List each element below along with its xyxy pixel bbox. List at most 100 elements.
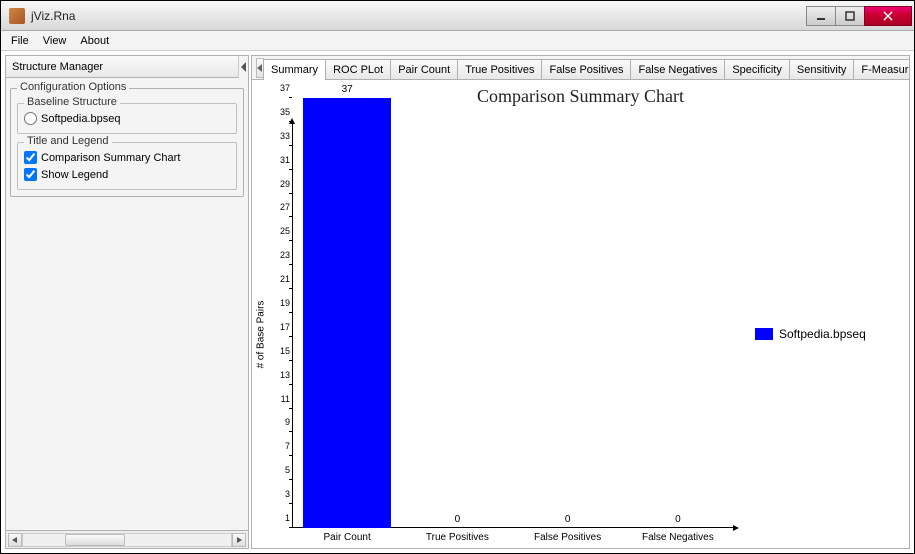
y-tick-mark — [289, 384, 292, 385]
baseline-structure-title: Baseline Structure — [24, 96, 120, 108]
y-tick: 13 — [270, 370, 290, 380]
y-tick-mark — [289, 121, 292, 122]
show-legend-checkbox[interactable] — [24, 168, 37, 181]
bars-container: 37 0 0 0 — [292, 120, 733, 528]
app-window: jViz.Rna File View About Structure Manag… — [0, 0, 915, 554]
bar-column: 37 — [292, 120, 402, 528]
y-tick-mark — [289, 479, 292, 480]
y-tick-mark — [289, 336, 292, 337]
y-tick-mark — [289, 312, 292, 313]
tab-false-negatives[interactable]: False Negatives — [630, 59, 725, 79]
y-tick-mark — [289, 360, 292, 361]
y-tick-mark — [289, 408, 292, 409]
scroll-track[interactable] — [22, 533, 232, 547]
show-legend-check-label: Show Legend — [41, 169, 108, 181]
collapse-panel-button[interactable] — [238, 56, 248, 78]
y-tick: 29 — [270, 179, 290, 189]
y-tick: 23 — [270, 250, 290, 260]
tab-true-positives[interactable]: True Positives — [457, 59, 542, 79]
y-axis: 135791113151719212325272931333537 — [270, 120, 292, 548]
legend-label: Softpedia.bpseq — [779, 327, 866, 341]
tab-f-measure[interactable]: F-Measure — [853, 59, 910, 79]
y-tick: 3 — [270, 489, 290, 499]
y-tick: 35 — [270, 107, 290, 117]
tab-summary[interactable]: Summary — [263, 59, 326, 80]
y-tick: 9 — [270, 417, 290, 427]
bar-column: 0 — [402, 120, 512, 528]
y-tick-mark — [289, 527, 292, 528]
configuration-options-group: Configuration Options Baseline Structure… — [10, 88, 244, 197]
y-tick: 37 — [270, 83, 290, 93]
scroll-thumb[interactable] — [65, 534, 125, 546]
y-tick-mark — [289, 97, 292, 98]
tab-pair-count[interactable]: Pair Count — [390, 59, 458, 79]
bar-value-label: 0 — [413, 514, 501, 525]
menu-file[interactable]: File — [5, 33, 35, 49]
scroll-left-button[interactable] — [8, 533, 22, 547]
legend-swatch — [755, 328, 773, 340]
plot-region: 37 0 0 0 Pair CountTrue PositivesFalse Posi… — [292, 120, 743, 548]
x-axis-labels: Pair CountTrue PositivesFalse PositivesF… — [292, 530, 733, 548]
chart-title-check-label: Comparison Summary Chart — [41, 152, 180, 164]
menu-about[interactable]: About — [74, 33, 115, 49]
chart-body: # of Base Pairs 135791113151719212325272… — [252, 120, 909, 548]
baseline-option-row[interactable]: Softpedia.bpseq — [24, 110, 230, 127]
baseline-radio[interactable] — [24, 112, 37, 125]
tab-false-positives[interactable]: False Positives — [541, 59, 631, 79]
y-tick: 7 — [270, 441, 290, 451]
y-tick: 11 — [270, 394, 290, 404]
bar-column: 0 — [623, 120, 733, 528]
panel-scrollbar[interactable] — [6, 530, 248, 548]
window-title: jViz.Rna — [31, 9, 807, 23]
y-tick: 31 — [270, 155, 290, 165]
x-axis-category-label: False Negatives — [623, 530, 733, 548]
title-legend-title: Title and Legend — [24, 135, 112, 147]
bar-value-label: 0 — [524, 514, 612, 525]
tab-roc-plot[interactable]: ROC PLot — [325, 59, 391, 79]
baseline-structure-group: Baseline Structure Softpedia.bpseq — [17, 103, 237, 134]
y-tick-mark — [289, 455, 292, 456]
structure-manager-header: Structure Manager — [6, 56, 238, 78]
minimize-button[interactable] — [806, 6, 836, 26]
titlebar[interactable]: jViz.Rna — [1, 1, 914, 31]
title-legend-group: Title and Legend Comparison Summary Char… — [17, 142, 237, 190]
y-tick: 17 — [270, 322, 290, 332]
y-tick-mark — [289, 264, 292, 265]
structure-manager-panel: Structure Manager Configuration Options … — [5, 55, 249, 549]
configuration-options-title: Configuration Options — [17, 81, 129, 93]
y-tick-mark — [289, 145, 292, 146]
x-axis-category-label: True Positives — [402, 530, 512, 548]
scroll-right-button[interactable] — [232, 533, 246, 547]
tab-specificity[interactable]: Specificity — [724, 59, 790, 79]
chart-title-check-row[interactable]: Comparison Summary Chart — [24, 149, 230, 166]
bar-column: 0 — [513, 120, 623, 528]
y-tick-mark — [289, 216, 292, 217]
chart-panel: Summary ROC PLot Pair Count True Positiv… — [251, 55, 910, 549]
bar: 37 — [303, 98, 391, 528]
y-tick: 25 — [270, 226, 290, 236]
tab-sensitivity[interactable]: Sensitivity — [789, 59, 855, 79]
y-tick: 19 — [270, 298, 290, 308]
y-tick-mark — [289, 193, 292, 194]
x-axis-category-label: False Positives — [513, 530, 623, 548]
app-icon — [9, 8, 25, 24]
maximize-button[interactable] — [835, 6, 865, 26]
bar-value-label: 37 — [303, 84, 391, 95]
chart-tabs: Summary ROC PLot Pair Count True Positiv… — [252, 56, 909, 80]
x-axis-arrow-icon — [733, 525, 739, 531]
chart-title-checkbox[interactable] — [24, 151, 37, 164]
y-tick-mark — [289, 431, 292, 432]
close-button[interactable] — [864, 6, 912, 26]
window-controls — [807, 6, 912, 26]
show-legend-check-row[interactable]: Show Legend — [24, 166, 230, 183]
baseline-option-label: Softpedia.bpseq — [41, 113, 121, 125]
menu-view[interactable]: View — [37, 33, 73, 49]
chart-area: Comparison Summary Chart # of Base Pairs… — [252, 80, 909, 548]
y-tick-mark — [289, 288, 292, 289]
chart-legend: Softpedia.bpseq — [749, 120, 909, 548]
y-tick: 5 — [270, 465, 290, 475]
y-tick-mark — [289, 240, 292, 241]
x-axis-category-label: Pair Count — [292, 530, 402, 548]
bar-value-label: 0 — [634, 514, 722, 525]
y-tick-mark — [289, 503, 292, 504]
